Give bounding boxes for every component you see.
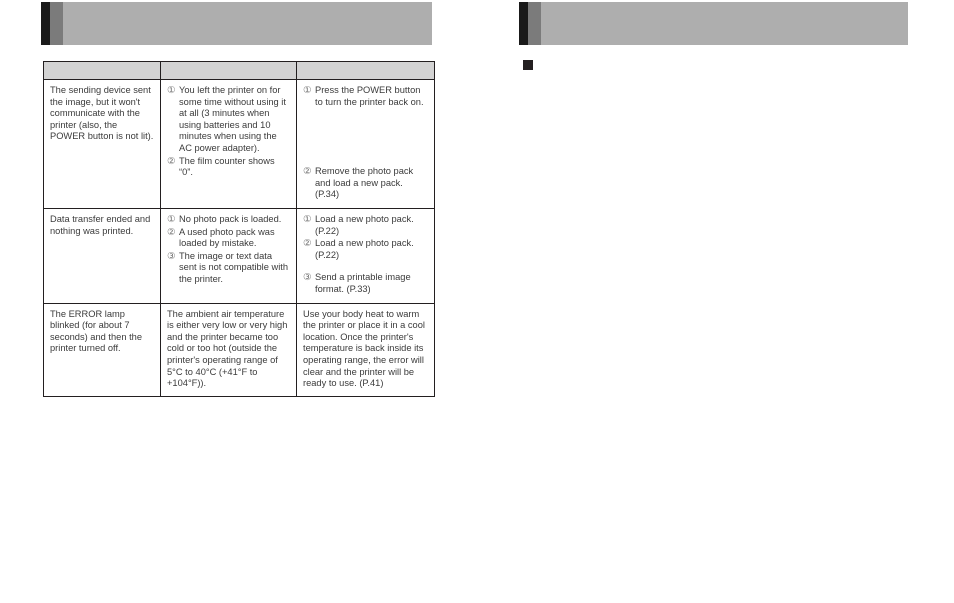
banner-gray-band <box>50 2 63 45</box>
list-marker: ① <box>167 85 176 95</box>
left-page-chapter-banner <box>41 2 432 45</box>
column-header-solution <box>296 61 435 80</box>
solution-text: Use your body heat to warm the printer o… <box>303 308 425 389</box>
list-item: ② A used photo pack was loaded by mistak… <box>167 227 290 250</box>
list-item: ③ Send a printable image format. (P.33) <box>303 272 428 295</box>
list-marker: ② <box>303 166 312 177</box>
cause-list: ① No photo pack is loaded. ② A used phot… <box>167 214 290 286</box>
list-text: You left the printer on for some time wi… <box>179 85 286 153</box>
table-row: Data transfer ended and nothing was prin… <box>43 207 435 304</box>
banner-black-band <box>519 2 528 45</box>
cell-symptom: Data transfer ended and nothing was prin… <box>43 207 161 304</box>
list-marker: ① <box>303 213 312 224</box>
banner-black-band <box>41 2 50 45</box>
list-marker: ③ <box>167 250 176 261</box>
banner-light-band <box>541 2 908 45</box>
list-text: The film counter shows “0”. <box>179 155 275 178</box>
cell-cause: ① No photo pack is loaded. ② A used phot… <box>160 207 297 304</box>
cell-symptom: The sending device sent the image, but i… <box>43 79 161 209</box>
list-marker: ② <box>167 155 176 166</box>
list-item: ① Load a new photo pack. (P.22) <box>303 214 428 237</box>
column-header-cause <box>160 61 297 80</box>
symptom-text: The ERROR lamp blinked (for about 7 seco… <box>50 308 143 354</box>
section-bullet-icon <box>523 60 533 70</box>
cause-text: The ambient air temperature is either ve… <box>167 308 288 389</box>
list-text: Load a new photo pack. (P.22) <box>315 213 414 236</box>
list-text: The image or text data sent is not compa… <box>179 250 289 284</box>
banner-light-band <box>63 2 432 45</box>
list-item: ② Load a new photo pack. (P.22) <box>303 238 428 261</box>
cell-cause: ① You left the printer on for some time … <box>160 79 297 209</box>
cell-symptom: The ERROR lamp blinked (for about 7 seco… <box>43 302 161 397</box>
list-item: ③ The image or text data sent is not com… <box>167 251 290 286</box>
cell-solution: ① Press the POWER button to turn the pri… <box>296 79 435 209</box>
list-item: ① You left the printer on for some time … <box>167 85 290 155</box>
list-item: ② Remove the photo pack and load a new p… <box>303 166 428 201</box>
table-row: The sending device sent the image, but i… <box>43 79 435 209</box>
table-header-row <box>43 61 435 80</box>
list-text: Press the POWER button to turn the print… <box>315 85 424 107</box>
cell-solution: ① Load a new photo pack. (P.22) ② Load a… <box>296 207 435 304</box>
list-marker: ③ <box>303 272 312 283</box>
right-page-chapter-banner <box>519 2 908 45</box>
list-marker: ② <box>303 238 312 249</box>
troubleshooting-table-left: The sending device sent the image, but i… <box>43 61 435 397</box>
list-item: ① No photo pack is loaded. <box>167 214 290 226</box>
cause-list: ① You left the printer on for some time … <box>167 85 290 179</box>
list-marker: ① <box>167 213 176 224</box>
list-text: No photo pack is loaded. <box>179 213 282 224</box>
symptom-text: Data transfer ended and nothing was prin… <box>50 213 151 236</box>
symptom-text: The sending device sent the image, but i… <box>50 85 154 142</box>
cell-solution: Use your body heat to warm the printer o… <box>296 302 435 397</box>
column-header-symptom <box>43 61 161 80</box>
left-page: The sending device sent the image, but i… <box>0 0 477 603</box>
banner-gray-band <box>528 2 541 45</box>
list-item: ② The film counter shows “0”. <box>167 156 290 179</box>
list-item: ① Press the POWER button to turn the pri… <box>303 85 428 108</box>
table-row: The ERROR lamp blinked (for about 7 seco… <box>43 302 435 397</box>
right-page: Data was sent from your mobile phone but… <box>477 0 954 603</box>
list-text: Load a new photo pack. (P.22) <box>315 238 414 260</box>
list-text: A used photo pack was loaded by mistake. <box>179 226 275 249</box>
cell-cause: The ambient air temperature is either ve… <box>160 302 297 397</box>
list-text: Remove the photo pack and load a new pac… <box>315 166 414 200</box>
list-marker: ① <box>303 85 312 95</box>
list-text: Send a printable image format. (P.33) <box>315 272 411 294</box>
list-marker: ② <box>167 226 176 237</box>
solution-list: ① Press the POWER button to turn the pri… <box>303 85 428 201</box>
solution-list: ① Load a new photo pack. (P.22) ② Load a… <box>303 214 428 296</box>
